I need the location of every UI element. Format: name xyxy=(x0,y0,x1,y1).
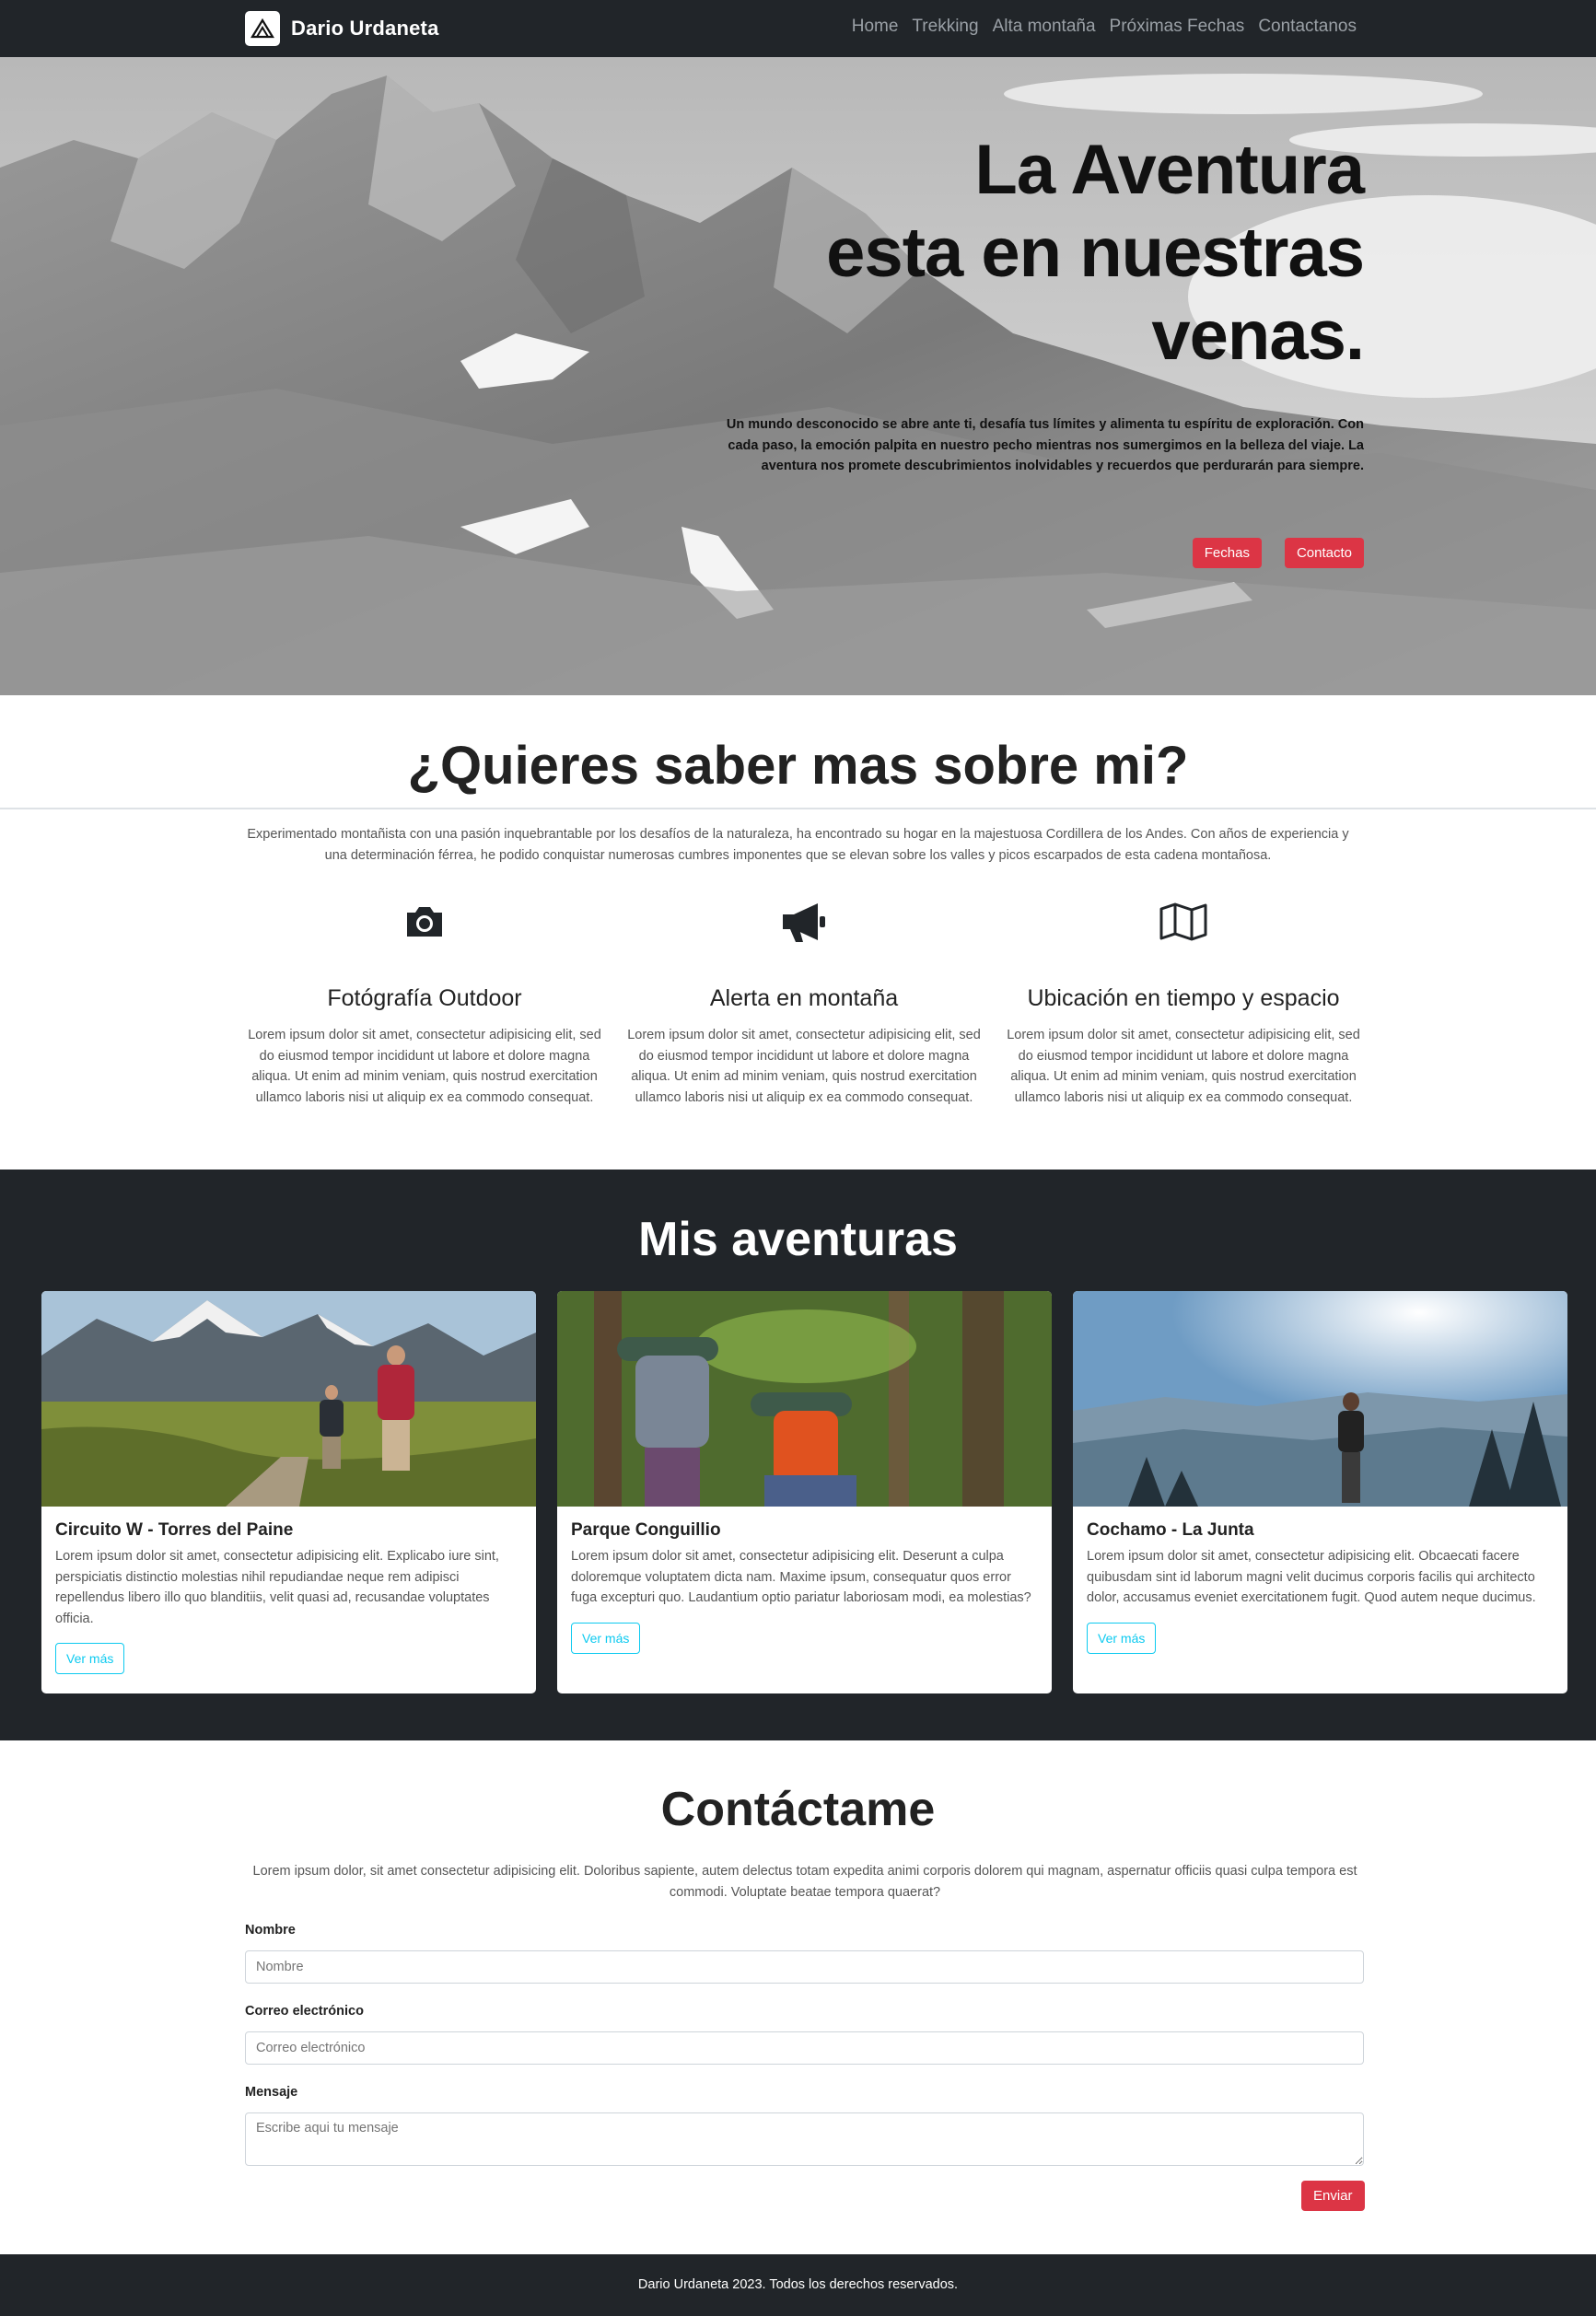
brand[interactable]: Dario Urdaneta xyxy=(245,11,439,46)
card-text: Lorem ipsum dolor sit amet, consectetur … xyxy=(571,1549,1031,1605)
submit-button[interactable]: Enviar xyxy=(1301,2181,1365,2211)
footer: Dario Urdaneta 2023. Todos los derechos … xyxy=(0,2254,1596,2316)
nav-link-contactanos[interactable]: Contactanos xyxy=(1258,17,1357,37)
hero-title: La Aventura esta en nuestras venas. xyxy=(719,129,1365,378)
feature-title: Fotógrafía Outdoor xyxy=(327,985,522,1011)
name-label: Nombre xyxy=(245,1923,296,1938)
email-label: Correo electrónico xyxy=(245,2004,364,2019)
card-image xyxy=(41,1291,536,1507)
message-label: Mensaje xyxy=(245,2085,298,2100)
nav-link-alta-montana[interactable]: Alta montaña xyxy=(993,17,1096,37)
divider xyxy=(0,808,1596,809)
about-text: Experimentado montañista con una pasión … xyxy=(247,827,1349,863)
navbar: Dario Urdaneta Home Trekking Alta montañ… xyxy=(0,0,1596,57)
card-title: Circuito W - Torres del Paine xyxy=(55,1520,294,1540)
feature-text: Lorem ipsum dolor sit amet, consectetur … xyxy=(627,1028,981,1105)
ver-mas-button[interactable]: Ver más xyxy=(55,1643,125,1674)
mountain-icon xyxy=(245,11,280,46)
hero-title-line: La Aventura xyxy=(974,131,1365,209)
camera-icon xyxy=(240,893,609,950)
email-input[interactable] xyxy=(245,2031,1364,2065)
card-image xyxy=(1073,1291,1567,1507)
adventure-card: Circuito W - Torres del Paine Lorem ipsu… xyxy=(41,1291,536,1693)
about-title: ¿Quieres saber mas sobre mi? xyxy=(407,736,1189,796)
hero-buttons: Fechas Contacto xyxy=(1192,538,1364,568)
nav-link-proximas-fechas[interactable]: Próximas Fechas xyxy=(1110,17,1245,37)
card-title: Parque Conguillio xyxy=(571,1520,721,1540)
adventures-title: Mis aventuras xyxy=(638,1213,958,1266)
ver-mas-button[interactable]: Ver más xyxy=(1087,1622,1157,1654)
feature-title: Ubicación en tiempo y espacio xyxy=(1027,985,1340,1011)
contact-text: Lorem ipsum dolor, sit amet consectetur … xyxy=(252,1864,1357,1900)
card-image xyxy=(557,1291,1052,1507)
feature-location: Ubicación en tiempo y espacio Lorem ipsu… xyxy=(999,893,1368,1108)
card-text: Lorem ipsum dolor sit amet, consectetur … xyxy=(1087,1549,1536,1605)
message-textarea[interactable] xyxy=(245,2112,1364,2166)
card-title: Cochamo - La Junta xyxy=(1087,1520,1254,1540)
hero-title-line: esta en nuestras xyxy=(826,214,1365,292)
footer-text: Dario Urdaneta 2023. Todos los derechos … xyxy=(637,2277,959,2292)
nav-link-trekking[interactable]: Trekking xyxy=(912,17,978,37)
card-text: Lorem ipsum dolor sit amet, consectetur … xyxy=(55,1549,499,1626)
nav-links: Home Trekking Alta montaña Próximas Fech… xyxy=(852,17,1357,37)
contact-title: Contáctame xyxy=(660,1783,936,1836)
brand-name: Dario Urdaneta xyxy=(291,17,439,40)
feature-alert: Alerta en montaña Lorem ipsum dolor sit … xyxy=(620,893,988,1108)
feature-photography: Fotógrafía Outdoor Lorem ipsum dolor sit… xyxy=(240,893,609,1108)
fechas-button[interactable]: Fechas xyxy=(1192,538,1262,568)
hero-text: Un mundo desconocido se abre ante ti, de… xyxy=(726,417,1364,473)
adventure-card: Parque Conguillio Lorem ipsum dolor sit … xyxy=(557,1291,1052,1693)
ver-mas-button[interactable]: Ver más xyxy=(571,1622,641,1654)
hero-section: La Aventura esta en nuestras venas. Un m… xyxy=(0,57,1596,695)
contacto-button[interactable]: Contacto xyxy=(1284,538,1364,568)
name-input[interactable] xyxy=(245,1950,1364,1984)
adventures-section: Mis aventuras Circuito W - Torres del Pa… xyxy=(0,1170,1596,1740)
map-icon xyxy=(999,893,1368,950)
nav-link-home[interactable]: Home xyxy=(852,17,899,37)
feature-title: Alerta en montaña xyxy=(709,985,899,1011)
feature-text: Lorem ipsum dolor sit amet, consectetur … xyxy=(248,1028,601,1105)
adventure-card: Cochamo - La Junta Lorem ipsum dolor sit… xyxy=(1073,1291,1567,1693)
feature-text: Lorem ipsum dolor sit amet, consectetur … xyxy=(1007,1028,1360,1105)
megaphone-icon xyxy=(620,893,988,950)
hero-title-line: venas. xyxy=(1151,297,1365,375)
